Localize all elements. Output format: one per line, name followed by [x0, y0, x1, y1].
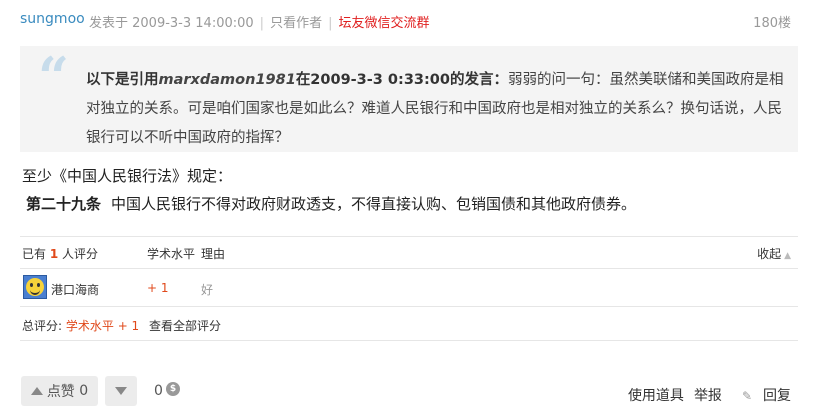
- quoted-user: marxdamon1981: [158, 72, 296, 88]
- quote-block: “ 以下是引用marxdamon1981在2009-3-3 0:33:00的发言…: [20, 46, 798, 152]
- coin-icon[interactable]: $: [166, 382, 180, 396]
- like-button[interactable]: 点赞 0: [21, 376, 98, 406]
- rater-name[interactable]: 港口海商: [51, 281, 99, 298]
- reply-link[interactable]: ✎ 回复: [732, 388, 791, 404]
- floor-number[interactable]: 180楼: [753, 12, 791, 31]
- caret-up-icon: ▲: [784, 251, 791, 261]
- article-number: 第二十九条: [26, 195, 102, 213]
- use-tool-link[interactable]: 使用道具: [628, 388, 684, 404]
- divider: [20, 340, 798, 341]
- divider: [20, 306, 798, 307]
- rating-col-academic: 学术水平: [147, 247, 196, 261]
- thumb-up-icon: [30, 387, 43, 395]
- rater-avatar[interactable]: [23, 275, 47, 299]
- total-rating-value: 学术水平 + 1: [65, 319, 140, 333]
- rater-reason: 好: [201, 283, 214, 297]
- post-line-2: 第二十九条 中国人民银行不得对政府财政透支，不得直接认购、包销国债和其他政府债券。: [26, 193, 636, 214]
- divider: [20, 268, 798, 269]
- post-line-1: 至少《中国人民银行法》规定：: [22, 167, 233, 185]
- collapse-button[interactable]: 收起 ▲: [757, 245, 791, 262]
- post-time: 发表于 2009-3-3 14:00:00: [89, 16, 254, 31]
- pencil-icon: ✎: [741, 389, 752, 403]
- footer-actions: 使用道具 举报 ✎ 回复: [618, 385, 791, 405]
- coin-count: 0: [154, 383, 163, 399]
- rating-summary: 已有 1 人评分: [22, 247, 99, 261]
- wechat-group-link[interactable]: 坛友微信交流群: [338, 16, 429, 31]
- rater-score: + 1: [147, 281, 169, 295]
- smiley-icon: [26, 278, 44, 296]
- like-count: 0: [79, 383, 89, 399]
- like-label: 点赞: [46, 384, 75, 400]
- total-rating: 总评分: 学术水平 + 1: [22, 319, 140, 333]
- quote-meta: 在2009-3-3 0:33:00的发言：: [295, 72, 508, 88]
- report-link[interactable]: 举报: [694, 388, 722, 404]
- thumb-down-icon: [115, 387, 127, 395]
- only-author-link[interactable]: 只看作者: [270, 16, 322, 31]
- dislike-button[interactable]: [105, 376, 137, 406]
- quote-mark-icon: “: [38, 45, 70, 109]
- post-meta: 发表于 2009-3-3 14:00:00 | 只看作者 | 坛友微信交流群: [89, 16, 430, 31]
- divider: [20, 236, 798, 237]
- view-all-ratings-link[interactable]: 查看全部评分: [149, 317, 221, 334]
- author-link[interactable]: sungmoo: [20, 11, 85, 27]
- rating-count: 1: [49, 247, 59, 261]
- quote-prefix: 以下是引用: [86, 72, 159, 88]
- rating-col-reason: 理由: [201, 247, 226, 261]
- quote-text: 以下是引用marxdamon1981在2009-3-3 0:33:00的发言：弱…: [86, 66, 786, 153]
- article-text: 中国人民银行不得对政府财政透支，不得直接认购、包销国债和其他政府债券。: [111, 195, 637, 213]
